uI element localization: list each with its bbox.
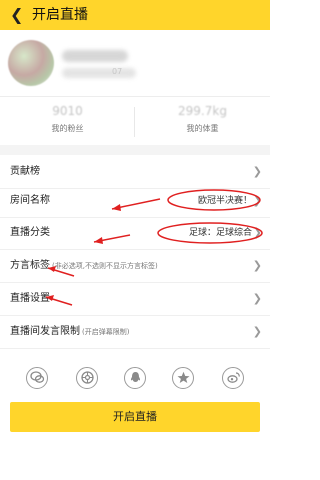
chevron-left-icon[interactable]: ❮ [10,6,26,24]
stats-bar: 9010 我的粉丝 299.7kg 我的体重 [0,97,270,145]
avatar[interactable] [8,40,54,86]
stat-label: 我的体重 [186,124,219,133]
menu-item-live-category[interactable]: 直播分类 足球：足球综合 ❯ [0,216,270,250]
menu-item-label: 房间名称 [10,195,50,206]
menu-item-label: 方言标签 (非必选项,不选则不显示方言标签) [10,249,158,283]
dialect-tag-label: 方言标签 [10,260,50,271]
menu-item-label: 直播分类 [10,227,50,238]
weibo-icon[interactable] [222,367,244,389]
chat-restriction-label: 直播间发言限制 [10,326,80,337]
chevron-right-icon: ❯ [252,292,262,305]
stat-value: 9010 [52,104,83,118]
chat-restriction-hint: (开启弹幕限制) [82,328,130,336]
stat-label: 我的粉丝 [51,124,84,133]
user-id-fragment: 07 [112,67,123,76]
stat-weight[interactable]: 299.7kg 我的体重 [135,103,270,134]
section-gap [0,145,270,155]
menu-item-dialect-tag[interactable]: 方言标签 (非必选项,不选则不显示方言标签) ❯ [0,249,270,283]
share-bar [0,364,270,394]
chevron-right-icon: ❯ [252,194,262,207]
start-live-button[interactable]: 开启直播 [10,402,260,432]
page-title: 开启直播 [32,7,88,23]
menu-item-live-settings[interactable]: 直播设置 ❯ [0,282,270,316]
qq-icon[interactable] [124,367,146,389]
profile-section: 07 [0,30,270,96]
dialect-tag-hint: (非必选项,不选则不显示方言标签) [52,262,158,270]
stat-value: 299.7kg [178,104,227,118]
room-name-value: 欧冠半决赛！ [197,196,252,206]
live-category-value: 足球：足球综合 [188,228,252,238]
user-id-blurred [62,68,136,78]
wechat-icon[interactable] [26,367,48,389]
chevron-right-icon: ❯ [252,325,262,338]
username-blurred [62,50,128,62]
qzone-star-icon[interactable] [172,367,194,389]
chevron-right-icon: ❯ [252,226,262,239]
menu-item-label: 直播设置 [10,293,50,304]
top-bar: ❮ 开启直播 [0,0,270,30]
menu-item-chat-restriction[interactable]: 直播间发言限制 (开启弹幕限制) ❯ [0,315,270,349]
menu-item-label: 直播间发言限制 (开启弹幕限制) [10,315,129,349]
moments-icon[interactable] [76,367,98,389]
chevron-right-icon: ❯ [252,259,262,272]
stat-fans[interactable]: 9010 我的粉丝 [0,103,135,134]
menu-item-room-name[interactable]: 房间名称 欧冠半决赛！ ❯ [0,184,270,218]
